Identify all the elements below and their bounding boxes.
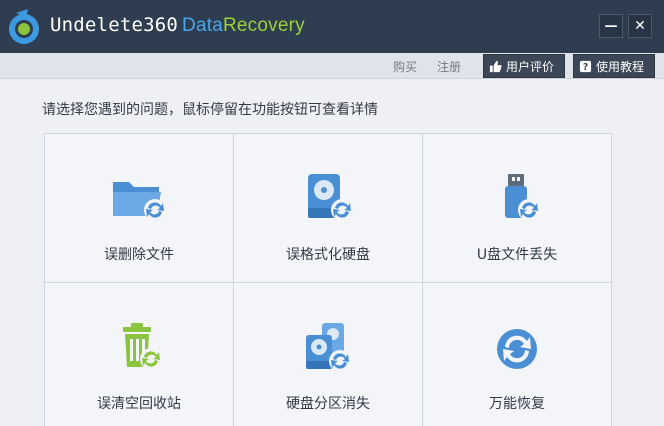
option-label: 硬盘分区消失 <box>286 396 370 412</box>
svg-text:?: ? <box>582 62 587 73</box>
option-label: 万能恢复 <box>489 396 545 412</box>
usb-recover-icon <box>505 174 540 221</box>
title-bar: Undelete360 DataRecovery — ✕ <box>0 0 664 53</box>
option-recycle-bin[interactable]: 误清空回收站 <box>45 283 234 426</box>
user-rating-button[interactable]: 用户评价 <box>483 54 565 78</box>
app-title-recovery: Recovery <box>222 15 305 36</box>
minimize-icon: — <box>604 18 618 34</box>
tutorial-label: 使用教程 <box>596 59 645 74</box>
toolbar: 购买 注册 用户评价 ? 使用教程 <box>0 53 664 79</box>
option-label: 误清空回收站 <box>97 396 181 412</box>
option-usb-files[interactable]: U盘文件丢失 <box>423 134 612 283</box>
close-icon: ✕ <box>634 18 646 34</box>
partition-recover-icon <box>306 323 351 372</box>
app-logo-icon <box>9 9 39 44</box>
option-universal-recovery[interactable]: 万能恢复 <box>423 283 612 426</box>
app-title: Undelete360 DataRecovery <box>50 14 305 37</box>
option-label: 误删除文件 <box>104 247 174 263</box>
recovery-options-grid: 误删除文件 误格式化硬盘 U盘文件丢失 误清空回收站 硬盘分区消失 万能恢复 <box>44 133 612 426</box>
close-button[interactable]: ✕ <box>628 14 652 38</box>
option-formatted-disk[interactable]: 误格式化硬盘 <box>234 134 423 283</box>
option-label: 误格式化硬盘 <box>286 247 370 263</box>
tutorial-button[interactable]: ? 使用教程 <box>573 54 655 78</box>
option-deleted-files[interactable]: 误删除文件 <box>45 134 234 283</box>
minimize-button[interactable]: — <box>599 14 623 38</box>
thumbs-up-icon <box>488 59 502 73</box>
universal-recover-icon <box>497 329 537 369</box>
folder-recover-icon <box>113 182 166 221</box>
user-rating-label: 用户评价 <box>506 59 555 74</box>
option-label: U盘文件丢失 <box>476 247 558 263</box>
recycle-bin-recover-icon <box>123 323 162 370</box>
buy-link[interactable]: 购买 <box>393 58 417 75</box>
register-link[interactable]: 注册 <box>437 58 461 75</box>
instruction-text: 请选择您遇到的问题，鼠标停留在功能按钮可查看详情 <box>42 102 378 118</box>
option-lost-partition[interactable]: 硬盘分区消失 <box>234 283 423 426</box>
app-title-name: Undelete360 <box>50 14 179 36</box>
app-title-data: Data <box>182 15 223 36</box>
harddisk-recover-icon <box>308 174 353 221</box>
help-book-icon: ? <box>578 59 592 73</box>
